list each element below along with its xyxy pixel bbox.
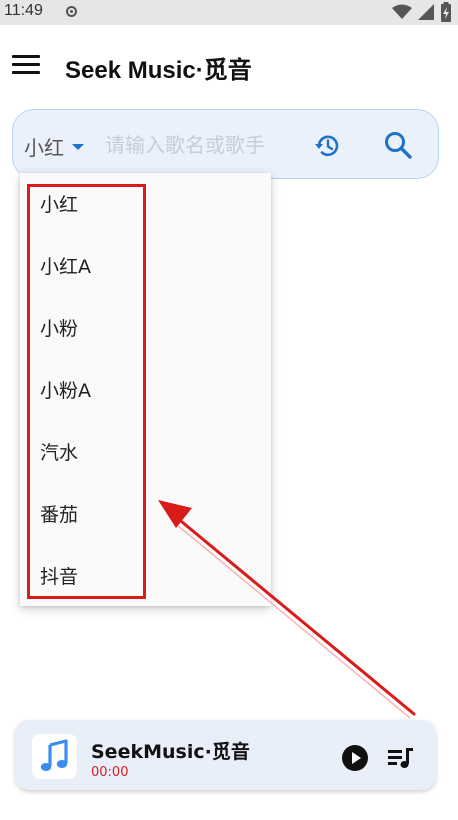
menu-icon[interactable] [12,55,40,75]
mini-player[interactable]: SeekMusic·觅音 00:00 [15,720,436,790]
app-title: Seek Music·觅音 [65,57,252,84]
music-note-icon [40,739,68,771]
history-icon[interactable] [313,132,341,160]
battery-charging-icon [441,2,451,22]
status-icons [392,2,452,22]
status-time: 11:49 [4,2,43,19]
album-art [32,734,77,779]
search-icon[interactable] [383,130,413,160]
status-bar: 11:49 [0,0,458,25]
caret-down-icon [72,143,84,150]
queue-music-icon[interactable] [387,746,415,770]
search-input[interactable] [105,128,295,162]
media-indicator-icon [66,6,77,17]
app-bar: Seek Music·觅音 [0,25,458,105]
search-bar: 小红 [12,109,439,179]
track-time: 00:00 [91,765,129,780]
play-icon[interactable] [341,744,369,772]
signal-icon [418,4,434,20]
source-select[interactable]: 小红 [24,132,84,161]
track-title: SeekMusic·觅音 [91,741,250,763]
source-select-label: 小红 [24,136,64,160]
wifi-icon [392,4,412,19]
annotation-highlight-box [27,184,146,599]
